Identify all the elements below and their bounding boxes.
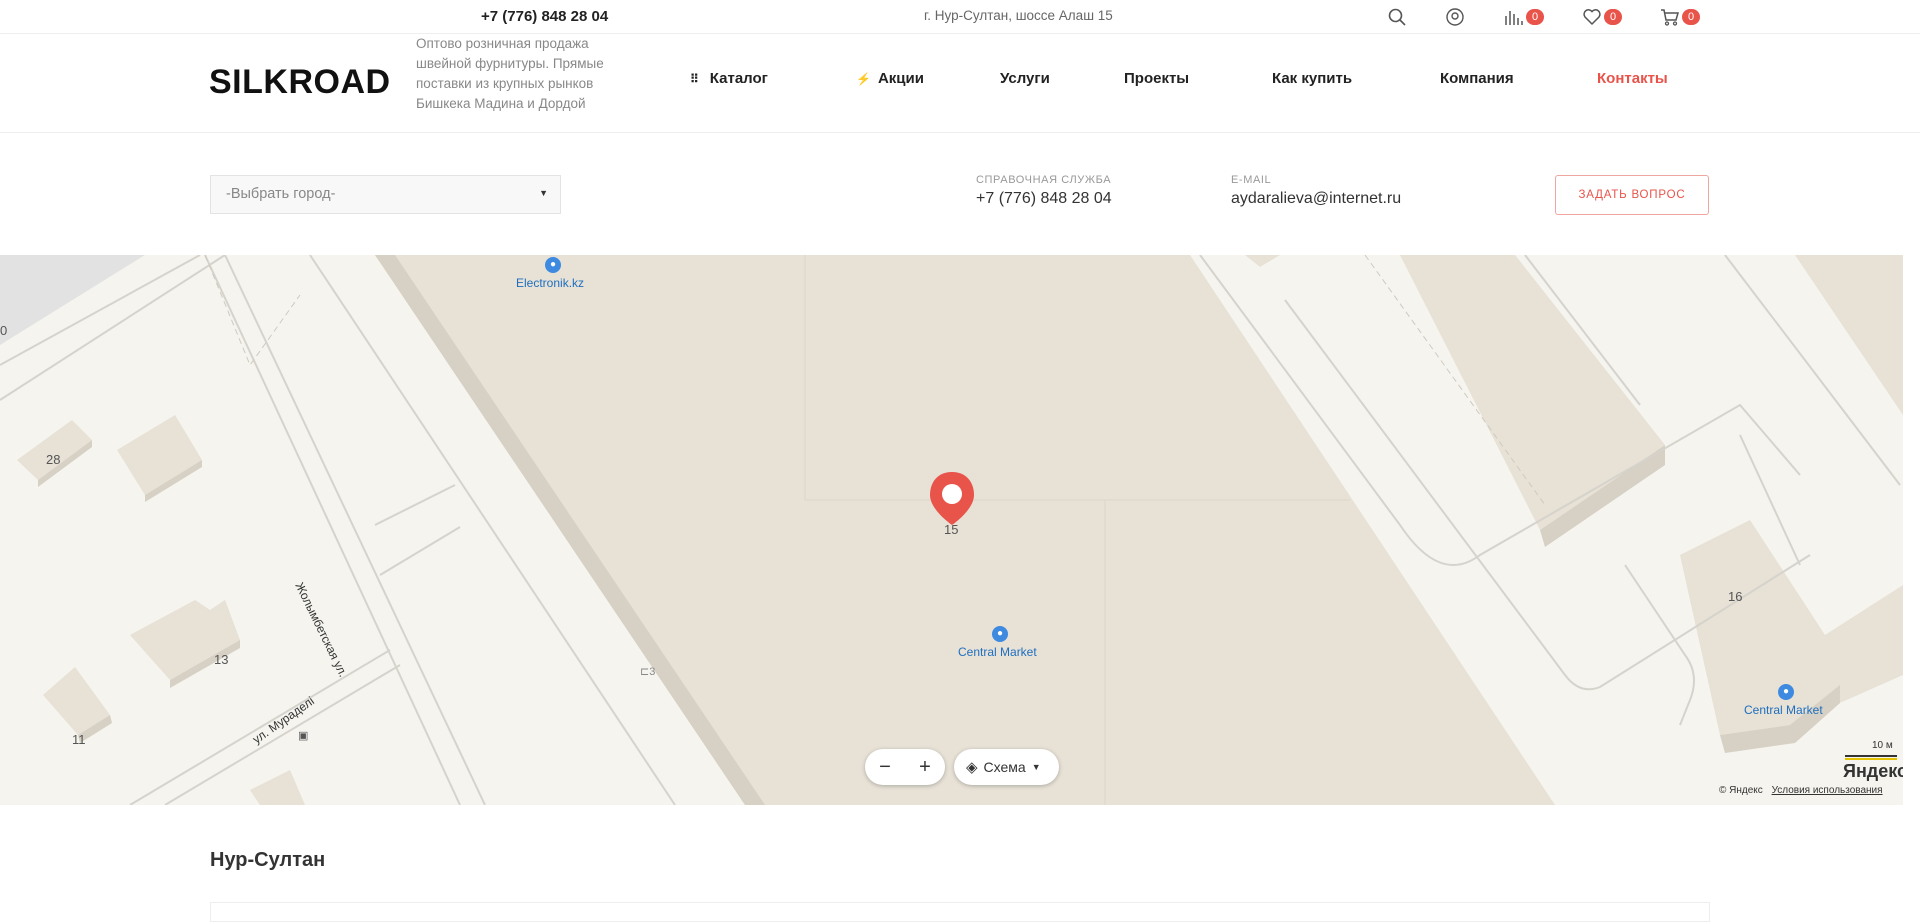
map-scale: 10 м (1872, 740, 1893, 751)
entrance-icon: ⊏ (640, 666, 650, 678)
compare-icon (1505, 11, 1523, 25)
nav-item-projects[interactable]: Проекты (1124, 70, 1189, 87)
nav-item-label: Акции (877, 70, 924, 87)
terms-link[interactable]: Условия использования (1772, 785, 1883, 796)
layer-label: Схема (983, 759, 1026, 775)
favorites-count-badge: 0 (1604, 9, 1622, 25)
search-icon[interactable] (1388, 6, 1406, 28)
nav-item-services[interactable]: Услуги (1000, 70, 1050, 87)
shop-icon: ● (1778, 684, 1794, 700)
map-copyright: © Яндекс Условия использования (1719, 785, 1883, 796)
nav-item-catalog[interactable]: ⠿ Каталог (690, 70, 768, 87)
email-label: E-mail (1231, 174, 1272, 186)
city-details-box (210, 902, 1710, 922)
zoom-in-button[interactable]: + (905, 749, 945, 785)
email-link[interactable]: aydaralieva@internet.ru (1231, 190, 1401, 208)
compare-count-badge: 0 (1526, 9, 1544, 25)
nav-item-label: Каталог (709, 70, 768, 87)
house-number: 15 (944, 522, 959, 537)
map-layer-button[interactable]: ◈ Схема ▼ (954, 749, 1059, 785)
copyright-text: © Яндекс (1719, 785, 1763, 796)
nav-item-promo[interactable]: ⚡ Акции (856, 70, 924, 87)
house-number: 0 (0, 323, 8, 338)
poi-label-central-market-2[interactable]: Central Market (1744, 703, 1823, 717)
top-icons: 0 0 0 (1388, 6, 1700, 28)
ask-question-button[interactable]: ЗАДАТЬ ВОПРОС (1555, 175, 1709, 215)
compare-button[interactable]: 0 (1504, 6, 1544, 28)
user-icon[interactable] (1446, 6, 1464, 28)
logo[interactable]: SILKROAD (209, 63, 391, 102)
nav-item-contacts[interactable]: Контакты (1597, 70, 1668, 87)
shop-icon: ● (992, 626, 1008, 642)
help-phone[interactable]: +7 (776) 848 28 04 (976, 190, 1112, 208)
nav-item-how-to-buy[interactable]: Как купить (1272, 70, 1352, 87)
poi-label-central-market[interactable]: Central Market (958, 645, 1037, 659)
favorites-button[interactable]: 0 (1582, 6, 1622, 28)
chevron-down-icon: ▼ (539, 188, 548, 198)
zoom-control: − + (865, 749, 945, 785)
top-phone[interactable]: +7 (776) 848 28 04 (481, 8, 608, 25)
house-number: 11 (72, 732, 86, 747)
zoom-out-button[interactable]: − (865, 749, 905, 785)
house-number: 13 (214, 652, 229, 667)
poi-label-electronik[interactable]: Electronik.kz (516, 276, 584, 290)
cart-icon (1661, 9, 1679, 26)
map[interactable]: ● Electronik.kz ● Central Market ● Centr… (0, 255, 1903, 805)
heart-icon (1583, 9, 1601, 26)
city-select-value: -Выбрать город- (226, 186, 336, 202)
city-select[interactable]: -Выбрать город- ▼ (210, 175, 561, 214)
top-bar: +7 (776) 848 28 04 г. Нур-Султан, шоссе … (0, 0, 1920, 34)
trash-icon: ▣ (298, 730, 309, 742)
shop-icon: ● (545, 257, 561, 273)
house-number: 16 (1728, 589, 1743, 604)
city-title: Нур-Султан (210, 849, 326, 871)
nav-item-company[interactable]: Компания (1440, 70, 1514, 87)
chevron-down-icon: ▼ (1031, 762, 1041, 772)
top-address: г. Нур-Султан, шоссе Алаш 15 (924, 8, 1113, 23)
header: SILKROAD Оптово розничная продажа швейно… (0, 34, 1920, 133)
house-number: ⊏3 (640, 666, 656, 678)
layers-icon: ◈ (966, 759, 978, 776)
help-label: Справочная служба (976, 174, 1112, 186)
contacts-bar: -Выбрать город- ▼ Справочная служба +7 (… (0, 134, 1920, 255)
lightning-icon: ⚡ (856, 71, 871, 86)
grid-icon: ⠿ (690, 71, 699, 86)
yandex-logo[interactable]: Яндекс (1843, 761, 1903, 782)
cart-count-badge: 0 (1682, 9, 1700, 25)
slogan: Оптово розничная продажа швейной фурниту… (416, 36, 604, 111)
cart-button[interactable]: 0 (1660, 6, 1700, 28)
house-number: 28 (46, 452, 61, 467)
